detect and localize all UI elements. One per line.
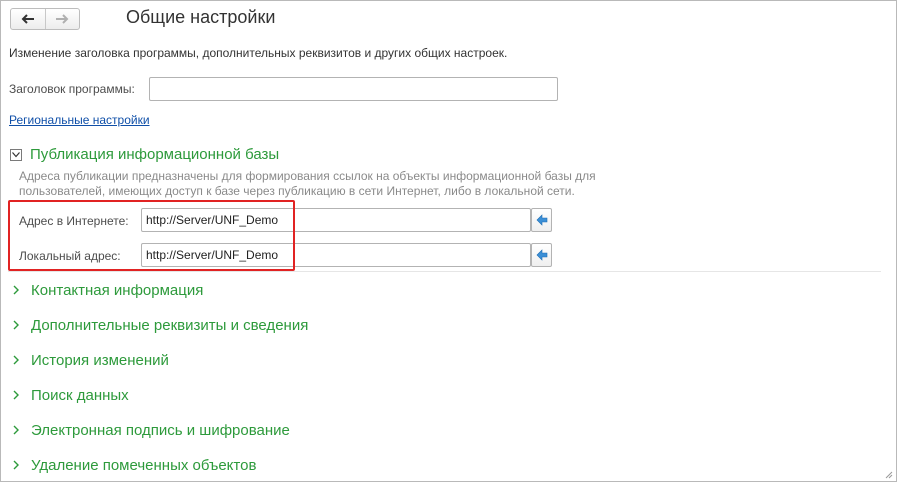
local-address-input[interactable] bbox=[141, 243, 531, 267]
chevron-right-icon bbox=[13, 320, 23, 330]
group-digital-signature[interactable]: Электронная подпись и шифрование bbox=[13, 420, 290, 440]
group-data-search[interactable]: Поиск данных bbox=[13, 385, 129, 405]
navigation-buttons bbox=[10, 8, 80, 30]
group-separator bbox=[8, 271, 881, 272]
arrow-left-blue-icon bbox=[536, 214, 547, 226]
group-title: Контактная информация bbox=[31, 281, 204, 299]
program-title-input[interactable] bbox=[149, 77, 558, 101]
internet-address-input[interactable] bbox=[141, 208, 531, 232]
publication-group-title[interactable]: Публикация информационной базы bbox=[30, 146, 279, 163]
chevron-down-icon bbox=[12, 152, 20, 158]
internet-address-label: Адрес в Интернете: bbox=[19, 214, 129, 228]
publication-group-toggle[interactable] bbox=[10, 149, 22, 161]
group-change-history[interactable]: История изменений bbox=[13, 350, 169, 370]
group-title: Удаление помеченных объектов bbox=[31, 456, 257, 474]
page-description: Изменение заголовка программы, дополните… bbox=[9, 46, 508, 60]
regional-settings-link[interactable]: Региональные настройки bbox=[9, 113, 150, 127]
chevron-right-icon bbox=[13, 390, 23, 400]
forward-button[interactable] bbox=[44, 9, 80, 29]
arrow-left-blue-icon bbox=[536, 249, 547, 261]
group-title: Поиск данных bbox=[31, 386, 129, 404]
internet-address-go-button[interactable] bbox=[531, 208, 552, 232]
group-additional-attributes[interactable]: Дополнительные реквизиты и сведения bbox=[13, 315, 308, 335]
chevron-right-icon bbox=[13, 285, 23, 295]
back-button[interactable] bbox=[11, 9, 45, 29]
settings-window: Общие настройки Изменение заголовка прог… bbox=[0, 0, 897, 482]
local-address-go-button[interactable] bbox=[531, 243, 552, 267]
group-title: История изменений bbox=[31, 351, 169, 369]
group-delete-marked[interactable]: Удаление помеченных объектов bbox=[13, 455, 256, 475]
group-title: Электронная подпись и шифрование bbox=[31, 421, 290, 439]
chevron-right-icon bbox=[13, 355, 23, 365]
chevron-right-icon bbox=[13, 460, 23, 470]
publication-description: Адреса публикации предназначены для форм… bbox=[19, 169, 596, 198]
chevron-right-icon bbox=[13, 425, 23, 435]
local-address-label: Локальный адрес: bbox=[19, 249, 121, 263]
group-contact-info[interactable]: Контактная информация bbox=[13, 280, 203, 300]
group-title: Дополнительные реквизиты и сведения bbox=[31, 316, 309, 334]
page-title: Общие настройки bbox=[126, 7, 276, 27]
resize-grip-icon[interactable] bbox=[885, 471, 893, 479]
arrow-left-icon bbox=[21, 14, 34, 24]
arrow-right-icon bbox=[56, 14, 69, 24]
program-title-label: Заголовок программы: bbox=[9, 82, 135, 96]
